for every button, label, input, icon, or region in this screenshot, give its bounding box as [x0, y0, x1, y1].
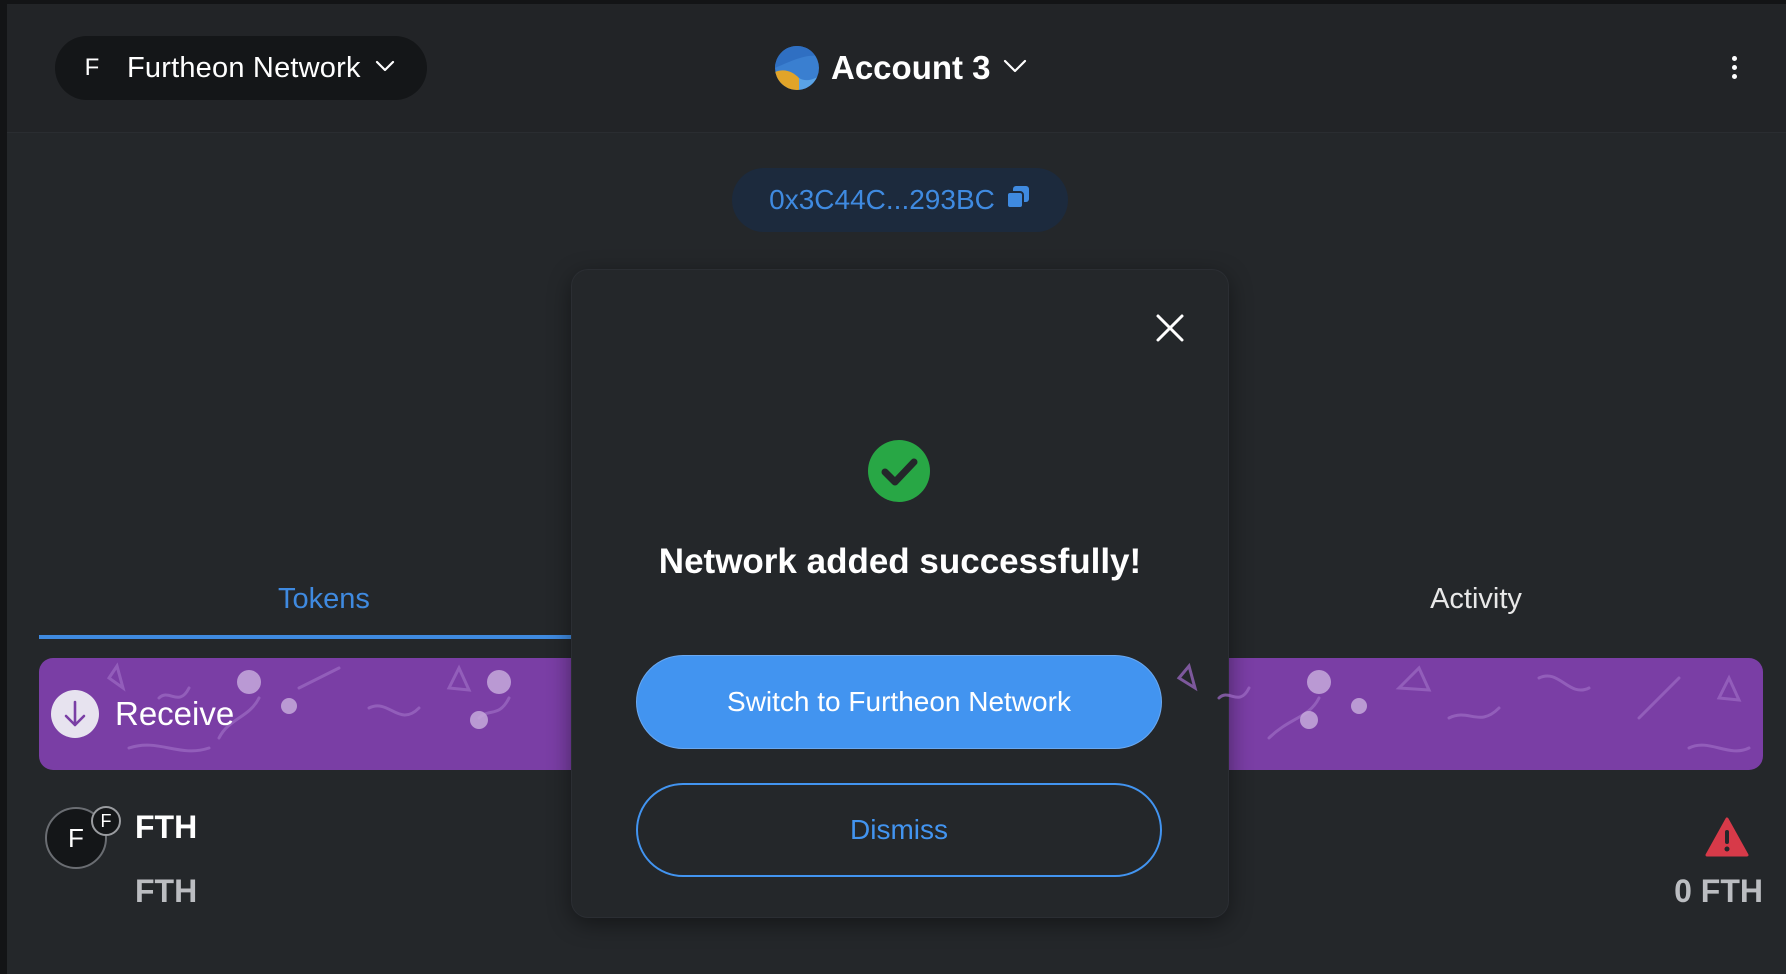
close-icon[interactable] — [1152, 310, 1188, 346]
receive-banner[interactable]: Receive — [39, 658, 1763, 770]
banner-pattern — [106, 662, 1751, 753]
dismiss-button[interactable]: Dismiss — [636, 783, 1162, 877]
arrow-down-icon — [51, 690, 99, 738]
network-added-modal: Network added successfully! Switch to Fu… — [572, 270, 1228, 917]
receive-label: Receive — [115, 695, 235, 732]
modal-title: Network added successfully! — [658, 542, 1142, 581]
modal-overlay: Network added successfully! Switch to Fu… — [0, 0, 1786, 974]
check-circle-icon — [868, 440, 930, 502]
